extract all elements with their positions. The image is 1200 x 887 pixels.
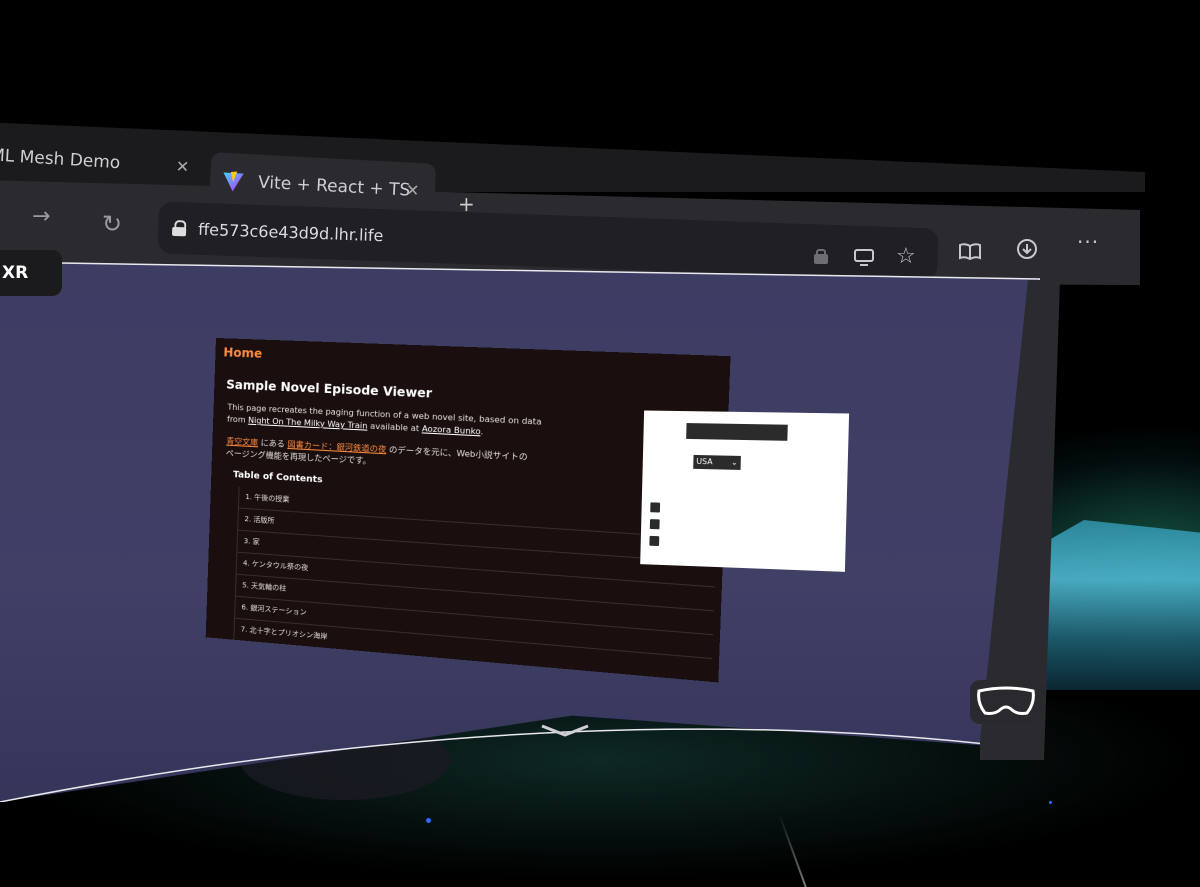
xr-badge-label: XR: [2, 263, 29, 283]
reload-icon[interactable]: ↻: [102, 210, 122, 238]
star-icon[interactable]: ☆: [896, 244, 916, 269]
chevron-down-icon[interactable]: [540, 722, 590, 743]
url-text: ffe573c6e43d9d.lhr.life: [197, 219, 384, 245]
country-select-value: USA: [696, 456, 713, 467]
close-icon[interactable]: ✕: [175, 157, 190, 177]
forward-icon[interactable]: →: [32, 204, 50, 229]
desc-en-end: .: [480, 426, 484, 437]
vite-logo-icon: [223, 171, 244, 192]
xr-badge[interactable]: XR: [0, 250, 62, 296]
tab-title: ML Mesh Demo: [0, 145, 121, 174]
close-icon[interactable]: ✕: [405, 180, 419, 200]
overlay-header-bar: [686, 423, 788, 441]
desc-en-from: from: [226, 414, 246, 425]
tab-title: Vite + React + TS: [257, 172, 411, 201]
controller-pointer-dot: [426, 818, 431, 823]
enter-vr-button[interactable]: [970, 680, 1042, 724]
reading-list-icon[interactable]: [959, 242, 981, 260]
settings-overlay: USA ⌄: [640, 410, 850, 572]
lock-icon: [172, 220, 187, 236]
extension-icon[interactable]: [812, 249, 830, 265]
aozora-jp-link[interactable]: 青空文庫: [226, 437, 258, 448]
vr-headset-icon: [977, 686, 1035, 715]
aozora-link[interactable]: Aozora Bunko: [422, 424, 481, 436]
display-icon[interactable]: [854, 248, 874, 266]
more-icon[interactable]: ···: [1077, 230, 1099, 254]
desc-en-mid: available at: [369, 421, 420, 434]
chevron-down-icon: ⌄: [730, 457, 738, 467]
desc-jp-mid2: のデータを元に、Web小説サイトの: [388, 445, 528, 462]
option-checkbox[interactable]: [649, 519, 660, 530]
option-checkbox[interactable]: [649, 535, 660, 547]
controller-pointer-dot: [1049, 801, 1052, 804]
novel-source-link[interactable]: Night On The Milky Way Train: [248, 416, 368, 431]
download-icon[interactable]: [1016, 238, 1038, 260]
desc-jp-mid1: にある: [260, 438, 286, 449]
country-select[interactable]: USA ⌄: [693, 454, 741, 470]
option-checkbox[interactable]: [650, 502, 661, 513]
